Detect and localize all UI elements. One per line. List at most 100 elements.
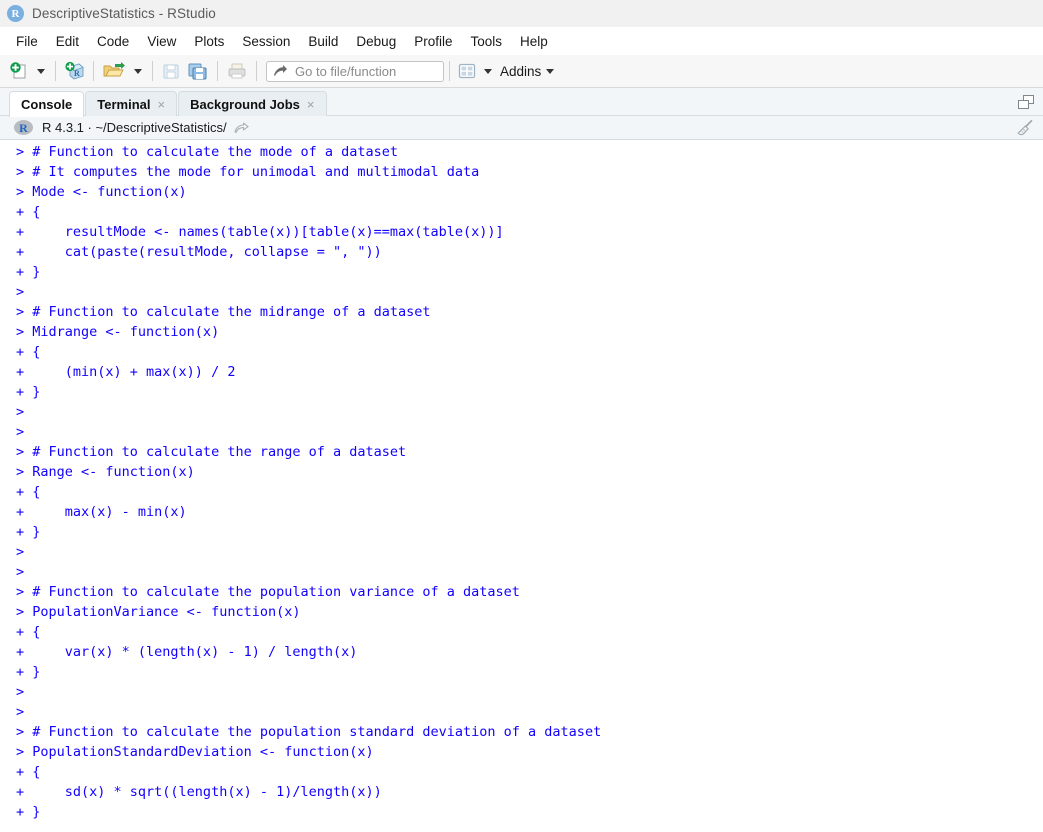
menu-item-debug[interactable]: Debug: [347, 31, 405, 52]
menu-item-edit[interactable]: Edit: [47, 31, 88, 52]
main-toolbar: R Go to file/function Addins: [0, 55, 1043, 88]
tab-terminal[interactable]: Terminal ×: [85, 91, 178, 116]
broom-clear-console-icon: [1017, 119, 1033, 136]
maximize-pane-button[interactable]: [1015, 89, 1037, 115]
open-file-button[interactable]: [99, 58, 129, 84]
addins-dropdown-caret-icon[interactable]: [546, 68, 555, 74]
toolbar-separator: [152, 61, 153, 81]
toolbar-separator: [55, 61, 56, 81]
console-line: + cat(paste(resultMode, collapse = ", ")…: [16, 244, 382, 260]
tab-console-label: Console: [21, 97, 73, 112]
console-pane: Console Terminal × Background Jobs × R R…: [0, 88, 1043, 832]
console-line: + {: [16, 344, 41, 360]
menu-item-plots[interactable]: Plots: [185, 31, 233, 52]
menu-item-profile[interactable]: Profile: [405, 31, 461, 52]
open-file-dropdown-caret-icon[interactable]: [134, 68, 142, 74]
goto-placeholder-text: Go to file/function: [295, 63, 397, 79]
console-line: > # Function to calculate the midrange o…: [16, 304, 431, 320]
menu-item-code[interactable]: Code: [88, 31, 138, 52]
console-line: + {: [16, 204, 41, 220]
print-icon: [228, 63, 246, 79]
console-line: + resultMode <- names(table(x))[table(x)…: [16, 224, 504, 240]
save-all-button[interactable]: [184, 58, 212, 84]
console-line: > Midrange <- function(x): [16, 324, 220, 340]
pane-tool-buttons: [1015, 88, 1043, 116]
goto-file-function-input[interactable]: Go to file/function: [266, 60, 444, 82]
toolbar-separator: [449, 61, 450, 81]
console-line: > Range <- function(x): [16, 464, 195, 480]
addins-button-label[interactable]: Addins: [500, 64, 541, 79]
workspace-panes-icon: [458, 63, 476, 79]
console-line: + }: [16, 384, 41, 400]
title-bar: R DescriptiveStatistics - RStudio: [0, 0, 1043, 28]
console-tab-bar: Console Terminal × Background Jobs ×: [0, 88, 1043, 117]
menu-item-tools[interactable]: Tools: [461, 31, 511, 52]
console-line: >: [16, 564, 25, 580]
console-line: >: [16, 424, 25, 440]
new-project-icon: R: [65, 61, 84, 80]
workspace-panes-button[interactable]: [455, 58, 479, 84]
console-line: > # Function to calculate the population…: [16, 724, 602, 740]
toolbar-separator: [217, 61, 218, 81]
close-icon[interactable]: ×: [158, 98, 166, 111]
console-line: + }: [16, 804, 41, 820]
open-in-new-window-button[interactable]: [234, 121, 249, 134]
console-header-bar: R R 4.3.1 · ~/DescriptiveStatistics/: [0, 116, 1043, 140]
goto-arrow-icon: [274, 65, 287, 76]
panes-dropdown-caret-icon[interactable]: [484, 68, 492, 74]
console-line: >: [16, 404, 25, 420]
r-console-icon: R: [14, 120, 33, 135]
console-line: >: [16, 284, 25, 300]
open-folder-icon: [103, 62, 125, 77]
close-icon[interactable]: ×: [307, 98, 315, 111]
menu-item-file[interactable]: File: [7, 31, 47, 52]
window-title: DescriptiveStatistics - RStudio: [32, 6, 216, 21]
svg-text:R: R: [74, 69, 80, 78]
menu-item-view[interactable]: View: [138, 31, 185, 52]
console-line: + var(x) * (length(x) - 1) / length(x): [16, 644, 358, 660]
console-line: + }: [16, 664, 41, 680]
r-logo-icon: R: [7, 5, 24, 22]
tab-terminal-label: Terminal: [97, 96, 151, 112]
console-line: >: [16, 544, 25, 560]
console-line: > # Function to calculate the mode of a …: [16, 144, 399, 160]
menu-item-build[interactable]: Build: [299, 31, 347, 52]
console-line: >: [16, 704, 25, 720]
console-line: + {: [16, 624, 41, 640]
tab-console[interactable]: Console: [9, 91, 85, 117]
console-line: + }: [16, 264, 41, 280]
console-line: + (min(x) + max(x)) / 2: [16, 364, 236, 380]
toolbar-separator: [256, 61, 257, 81]
print-button[interactable]: [223, 58, 251, 84]
console-line: + }: [16, 524, 41, 540]
tab-background-jobs[interactable]: Background Jobs ×: [178, 91, 327, 116]
open-in-new-window-icon: [234, 122, 249, 134]
tab-background-jobs-label: Background Jobs: [190, 96, 300, 112]
new-file-button[interactable]: [6, 58, 32, 84]
console-line: + sd(x) * sqrt((length(x) - 1)/length(x)…: [16, 784, 382, 800]
toolbar-separator: [93, 61, 94, 81]
menu-item-help[interactable]: Help: [511, 31, 557, 52]
new-project-button[interactable]: R: [61, 58, 88, 84]
console-line: + {: [16, 484, 41, 500]
console-line: + {: [16, 764, 41, 780]
console-line: > # Function to calculate the range of a…: [16, 444, 407, 460]
save-button[interactable]: [158, 58, 184, 84]
console-line: > PopulationVariance <- function(x): [16, 604, 301, 620]
console-line: + max(x) - min(x): [16, 504, 187, 520]
restore-pane-icon: [1018, 95, 1034, 109]
r-version-path-label: R 4.3.1 · ~/DescriptiveStatistics/: [42, 120, 227, 135]
new-file-dropdown-caret-icon[interactable]: [37, 68, 45, 74]
new-file-icon: [10, 62, 26, 79]
clear-console-button[interactable]: [1015, 119, 1035, 142]
menu-item-session[interactable]: Session: [233, 31, 299, 52]
save-all-icon: [188, 63, 207, 80]
menu-bar: File Edit Code View Plots Session Build …: [0, 28, 1043, 55]
console-line: > Mode <- function(x): [16, 184, 187, 200]
console-line: > PopulationStandardDeviation <- functio…: [16, 744, 374, 760]
console-line: > # Function to calculate the population…: [16, 584, 520, 600]
console-line: >: [16, 684, 25, 700]
console-line: > # It computes the mode for unimodal an…: [16, 164, 480, 180]
console-output[interactable]: > # Function to calculate the mode of a …: [0, 140, 1043, 832]
save-icon: [163, 64, 179, 79]
